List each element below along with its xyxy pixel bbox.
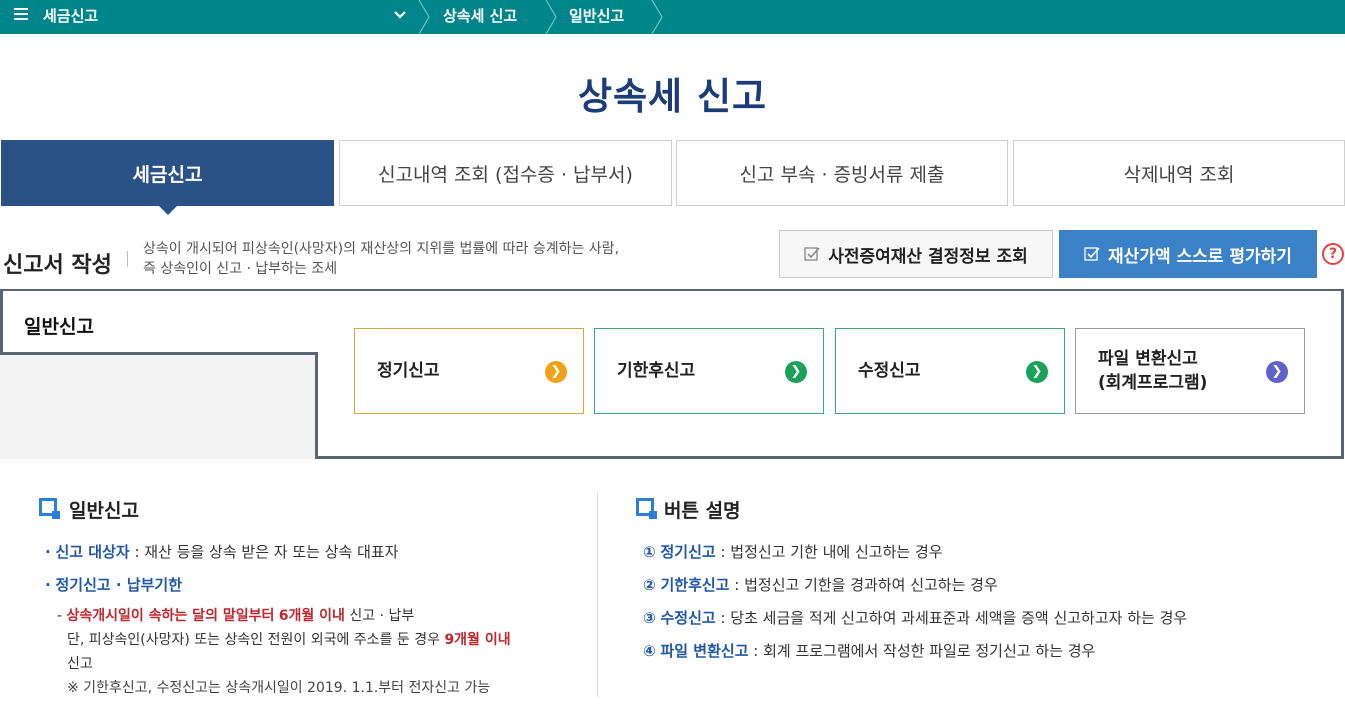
highlight-text: 6개월 이내 — [278, 608, 345, 624]
prior-gift-lookup-label: 사전증여재산 결정정보 조회 — [828, 246, 1028, 267]
item-number: ③ — [643, 609, 656, 627]
checkbox-icon — [1084, 247, 1100, 261]
card-label: 기한후신고 — [617, 361, 696, 381]
prior-gift-lookup-button[interactable]: 사전증여재산 결정정보 조회 — [779, 230, 1053, 278]
top-navigation-bar: 세금신고 상속세 신고 일반신고 — [0, 0, 1345, 34]
breadcrumb-separator-icon — [545, 0, 557, 34]
tab-deleted-history[interactable]: 삭제내역 조회 — [1013, 140, 1345, 206]
info-item-target: · 신고 대상자 : 재산 등을 상속 받은 자 또는 상속 대표자 — [45, 543, 399, 561]
card-label-line: 파일 변환신고 — [1098, 349, 1198, 369]
tab-attachment-submit[interactable]: 신고 부속 · 증빙서류 제출 — [676, 140, 1008, 206]
info-heading-general: 일반신고 — [69, 500, 139, 522]
menu-label[interactable]: 세금신고 — [43, 5, 98, 26]
square-bullet-icon — [636, 498, 657, 519]
item-text: : 법정신고 기한을 경과하여 신고하는 경우 — [729, 576, 998, 594]
info-item-text: : 재산 등을 상속 받은 자 또는 상속 대표자 — [129, 543, 399, 561]
tab-report-history[interactable]: 신고내역 조회 (접수증 · 납부서) — [339, 140, 672, 206]
button-desc-item: ③ 수정신고 : 당초 세금을 적게 신고하여 과세표준과 세액을 증액 신고하… — [643, 607, 1187, 628]
checkbox-icon — [804, 247, 820, 261]
item-number: ④ — [643, 642, 656, 660]
card-late-report[interactable]: 기한후신고 ❯ — [594, 328, 824, 414]
divider — [597, 492, 598, 697]
info-text: 단, 피상속인(사망자) 또는 상속인 전원이 외국에 주소를 둔 경우 — [67, 632, 440, 648]
card-regular-report[interactable]: 정기신고 ❯ — [354, 328, 584, 414]
info-text: 신고 · 납부 — [344, 608, 415, 624]
breadcrumb-item[interactable]: 일반신고 — [569, 5, 624, 26]
highlight-text: 9개월 이내 — [444, 632, 511, 648]
button-desc-item: ① 정기신고 : 법정신고 기한 내에 신고하는 경우 — [643, 541, 943, 562]
info-sub-report: 신고 — [67, 656, 93, 672]
section-description-line: 상속이 개시되어 피상속인(사망자)의 재산상의 지위를 법률에 따라 승계하는… — [143, 241, 620, 257]
item-number: ② — [643, 576, 656, 594]
card-label: 정기신고 — [377, 361, 440, 381]
self-evaluate-label: 재산가액 스스로 평가하기 — [1108, 246, 1292, 267]
card-label-line: (회계프로그램) — [1098, 373, 1208, 393]
info-item-label: 신고 대상자 — [55, 543, 130, 561]
breadcrumb-separator-icon — [651, 0, 663, 34]
page-title: 상속세 신고 — [577, 75, 768, 118]
square-bullet-icon — [39, 498, 60, 519]
divider — [127, 251, 128, 267]
self-evaluate-button[interactable]: 재산가액 스스로 평가하기 — [1059, 230, 1317, 278]
breadcrumb-item[interactable]: 상속세 신고 — [443, 5, 517, 26]
card-amended-report[interactable]: 수정신고 ❯ — [835, 328, 1065, 414]
highlight-text: 상속개시일이 속하는 달의 말일부터 — [66, 608, 275, 624]
item-text: : 법정신고 기한 내에 신고하는 경우 — [715, 543, 943, 561]
info-heading-buttons: 버튼 설명 — [664, 500, 741, 522]
chevron-right-icon: ❯ — [1266, 361, 1288, 383]
info-sub-exception: 단, 피상속인(사망자) 또는 상속인 전원이 외국에 주소를 둔 경우 9개월… — [67, 629, 511, 649]
info-item-label: 정기신고 · 납부기한 — [55, 576, 183, 594]
item-number: ① — [643, 543, 656, 561]
item-label: 정기신고 — [660, 543, 716, 561]
general-report-label: 일반신고 — [24, 316, 94, 338]
item-text: : 당초 세금을 적게 신고하여 과세표준과 세액을 증액 신고하고자 하는 경… — [715, 609, 1188, 627]
section-title: 신고서 작성 — [3, 253, 112, 278]
panel-joint — [312, 291, 321, 352]
button-desc-item: ② 기한후신고 : 법정신고 기한을 경과하여 신고하는 경우 — [643, 574, 998, 595]
button-desc-item: ④ 파일 변환신고 : 회계 프로그램에서 작성한 파일로 정기신고 하는 경우 — [643, 640, 1095, 661]
info-item-deadline: · 정기신고 · 납부기한 — [45, 576, 183, 594]
info-note: ※ 기한후신고, 수정신고는 상속개시일이 2019. 1.1.부터 전자신고 … — [67, 680, 491, 696]
card-file-conversion-report[interactable]: 파일 변환신고 (회계프로그램) ❯ — [1075, 328, 1305, 414]
section-description-line: 즉 상속인이 신고 · 납부하는 조세 — [143, 261, 338, 277]
card-label: 수정신고 — [858, 361, 921, 381]
breadcrumb-separator-icon — [418, 0, 430, 34]
chevron-right-icon: ❯ — [785, 361, 807, 383]
item-label: 기한후신고 — [660, 576, 730, 594]
item-text: : 회계 프로그램에서 작성한 파일로 정기신고 하는 경우 — [748, 642, 1096, 660]
info-sub-deadline: - 상속개시일이 속하는 달의 말일부터 6개월 이내 신고 · 납부 — [57, 608, 415, 624]
item-label: 파일 변환신고 — [660, 642, 749, 660]
help-icon[interactable]: ? — [1322, 243, 1344, 265]
section-description: 상속이 개시되어 피상속인(사망자)의 재산상의 지위를 법률에 따라 승계하는… — [143, 239, 703, 279]
chevron-right-icon: ❯ — [545, 361, 567, 383]
chevron-down-icon[interactable] — [392, 6, 408, 22]
menu-icon[interactable] — [14, 8, 28, 22]
tab-tax-report[interactable]: 세금신고 — [1, 140, 334, 215]
card-label: 파일 변환신고 (회계프로그램) — [1098, 347, 1207, 395]
chevron-right-icon: ❯ — [1026, 361, 1048, 383]
item-label: 수정신고 — [660, 609, 716, 627]
